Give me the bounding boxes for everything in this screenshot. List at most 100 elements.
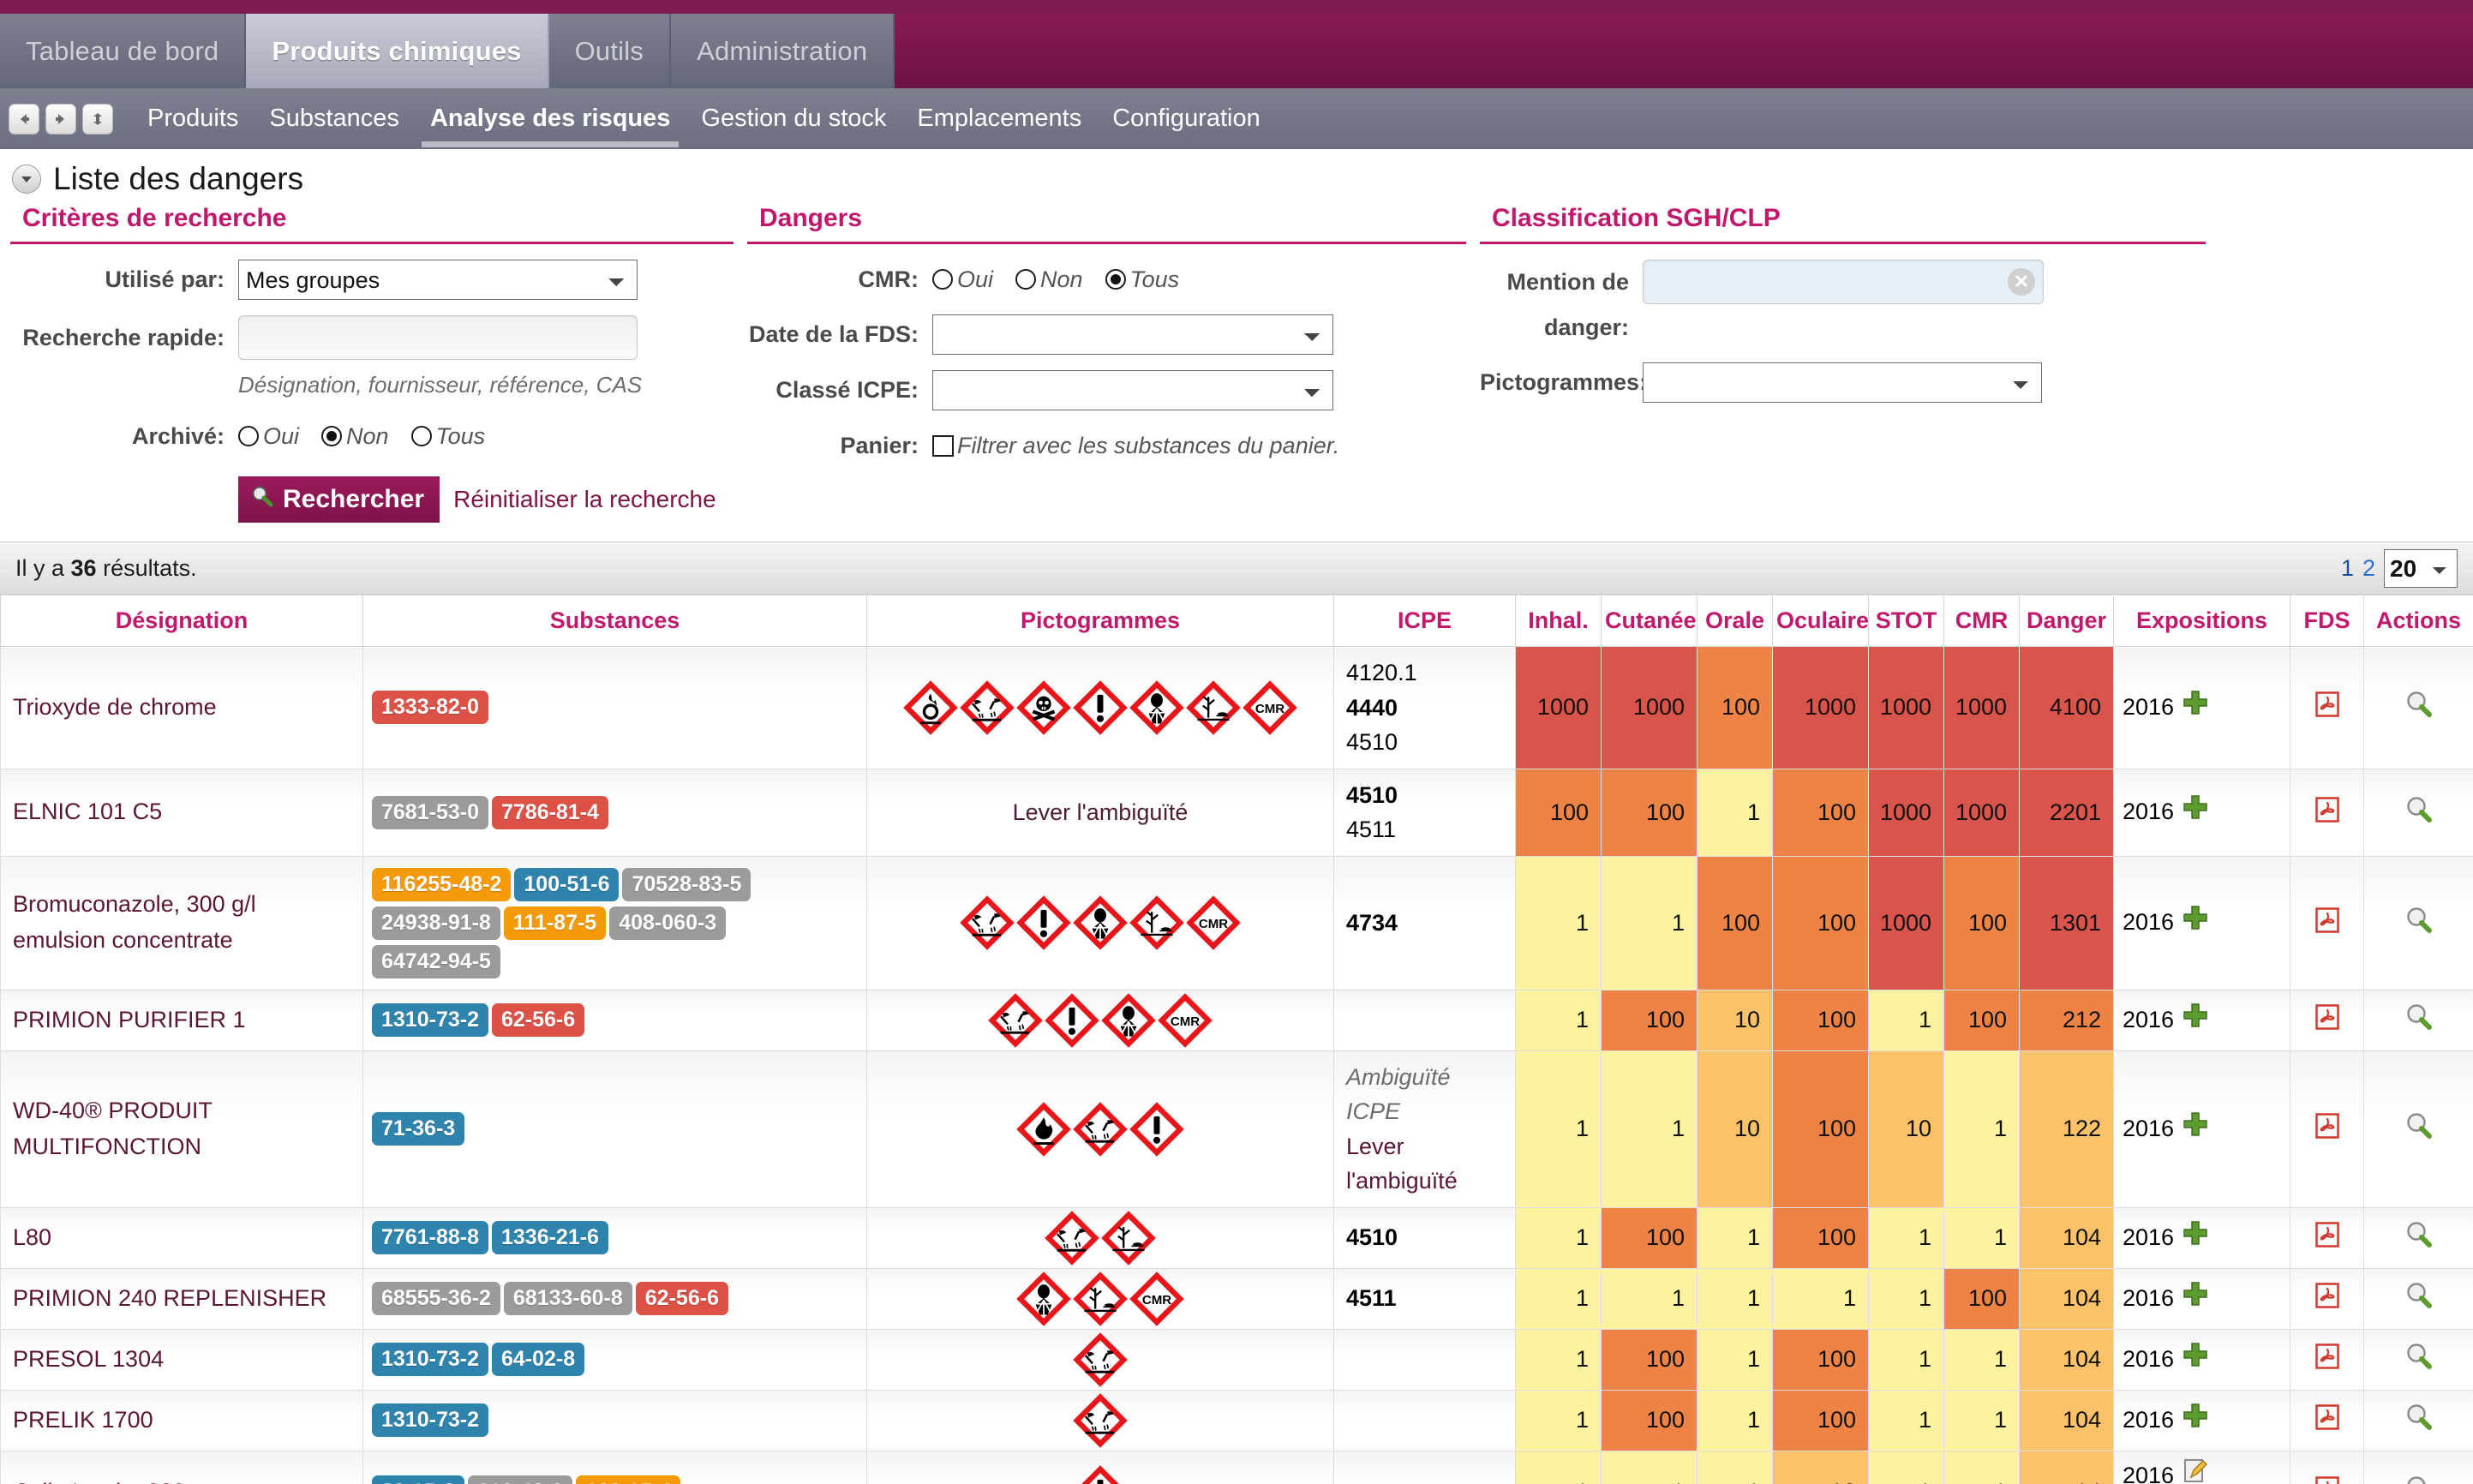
cell-fds[interactable] bbox=[2290, 989, 2364, 1051]
forward-button[interactable] bbox=[45, 103, 76, 135]
cell-actions[interactable] bbox=[2363, 855, 2473, 990]
table-row[interactable]: ELNIC 101 C5 7681-53-0 7786-81-4 Lever l'am… bbox=[0, 768, 2473, 857]
cas-tag[interactable]: 62-56-6 bbox=[491, 1003, 585, 1037]
per-page-select[interactable]: 20 bbox=[2384, 548, 2458, 588]
fds-pdf-icon[interactable] bbox=[2314, 1283, 2339, 1313]
cell-actions[interactable] bbox=[2363, 768, 2473, 857]
ghs-health-hazard-icon[interactable] bbox=[1073, 895, 1128, 950]
table-row[interactable]: Bromuconazole, 300 g/l emulsion concentr… bbox=[0, 855, 2473, 990]
cas-tag[interactable]: 408-060-3 bbox=[609, 906, 727, 940]
col-substances[interactable]: Substances bbox=[362, 595, 867, 647]
subnav-item-configuration[interactable]: Configuration bbox=[1097, 88, 1276, 149]
table-row[interactable]: Trioxyde de chrome 1333-82-0 CMR 4120.1 4440… bbox=[0, 646, 2473, 769]
cell-fds[interactable] bbox=[2290, 855, 2364, 990]
col-cutanee[interactable]: Cutanée bbox=[1601, 595, 1698, 647]
lever-ambiguite-link[interactable]: Lever l'ambiguïté bbox=[1346, 1129, 1503, 1199]
cas-tag[interactable]: 1310-73-2 bbox=[372, 1403, 488, 1437]
back-button[interactable] bbox=[9, 103, 39, 135]
ghs-exclamation-icon[interactable] bbox=[1016, 895, 1071, 950]
table-row[interactable]: PRIMION 240 REPLENISHER 68555-36-2 68133-6… bbox=[0, 1267, 2473, 1330]
cell-actions[interactable] bbox=[2363, 989, 2473, 1051]
add-exposition-icon[interactable] bbox=[2183, 1403, 2208, 1438]
main-menu-item-dashboard[interactable]: Tableau de bord bbox=[0, 14, 247, 88]
ghs-oxidizing-icon[interactable] bbox=[903, 679, 958, 735]
col-icpe[interactable]: ICPE bbox=[1333, 595, 1516, 647]
cmr-radio-non[interactable]: Non bbox=[1015, 266, 1083, 293]
ghs-cmr-icon[interactable]: CMR bbox=[1242, 679, 1297, 735]
subnav-item-gestion-du-stock[interactable]: Gestion du stock bbox=[686, 88, 901, 149]
archived-radio-non[interactable]: Non bbox=[321, 423, 389, 450]
used-by-select[interactable]: Mes groupes bbox=[238, 260, 638, 300]
ghs-corrosive-icon[interactable] bbox=[1073, 1392, 1128, 1448]
add-exposition-icon[interactable] bbox=[2183, 1220, 2208, 1255]
subnav-item-produits[interactable]: Produits bbox=[132, 88, 254, 149]
view-detail-icon[interactable] bbox=[2404, 1222, 2434, 1255]
cas-tag[interactable]: 613-48-9 bbox=[468, 1475, 573, 1484]
cmr-radio-oui[interactable]: Oui bbox=[932, 266, 993, 293]
add-exposition-icon[interactable] bbox=[2183, 1111, 2208, 1146]
fds-pdf-icon[interactable] bbox=[2314, 907, 2339, 938]
table-row[interactable]: PRELIK 1700 1310-73-2 1 100 1 100 1 1 104 2016 bbox=[0, 1389, 2473, 1451]
cell-fds[interactable] bbox=[2290, 1450, 2364, 1484]
cas-tag[interactable]: 116255-48-2 bbox=[372, 867, 512, 901]
view-detail-icon[interactable] bbox=[2404, 1343, 2434, 1377]
cas-tag[interactable]: 68555-36-2 bbox=[372, 1282, 500, 1315]
col-oculaire[interactable]: Oculaire bbox=[1772, 595, 1869, 647]
page-link-2[interactable]: 2 bbox=[2362, 555, 2375, 582]
add-exposition-icon[interactable] bbox=[2183, 1342, 2208, 1377]
main-menu-item-admin[interactable]: Administration bbox=[671, 14, 895, 88]
view-detail-icon[interactable] bbox=[2404, 1404, 2434, 1438]
refresh-button[interactable] bbox=[82, 103, 113, 135]
cas-tag[interactable]: 24938-91-8 bbox=[372, 906, 500, 940]
cell-designation[interactable]: PRIMION 240 REPLENISHER bbox=[0, 1267, 363, 1330]
archived-radio-tous[interactable]: Tous bbox=[410, 423, 485, 450]
col-orale[interactable]: Orale bbox=[1697, 595, 1773, 647]
col-danger[interactable]: Danger bbox=[2019, 595, 2114, 647]
ghs-corrosive-icon[interactable] bbox=[960, 895, 1015, 950]
subnav-item-analyse-des-risques[interactable]: Analyse des risques bbox=[415, 88, 686, 149]
pictogrammes-select[interactable] bbox=[1643, 362, 2042, 403]
subnav-item-substances[interactable]: Substances bbox=[254, 88, 415, 149]
archived-radio-oui[interactable]: Oui bbox=[238, 423, 299, 450]
main-menu-item-chemicals[interactable]: Produits chimiques bbox=[246, 14, 549, 88]
cas-tag[interactable]: 130-15-4 bbox=[576, 1475, 681, 1484]
panier-checkbox[interactable] bbox=[932, 434, 954, 457]
cell-designation[interactable]: Trioxyde de chrome bbox=[0, 646, 363, 769]
ghs-environment-icon[interactable] bbox=[1073, 1271, 1128, 1326]
cell-designation[interactable]: PRESOL 1304 bbox=[0, 1328, 363, 1391]
col-expositions[interactable]: Expositions bbox=[2113, 595, 2290, 647]
cell-fds[interactable] bbox=[2290, 1206, 2364, 1269]
cell-fds[interactable] bbox=[2290, 1328, 2364, 1391]
ghs-cmr-icon[interactable]: CMR bbox=[1186, 895, 1241, 950]
main-menu-item-tools[interactable]: Outils bbox=[548, 14, 672, 88]
cas-tag[interactable]: 64-02-8 bbox=[491, 1343, 585, 1376]
search-button[interactable]: Rechercher bbox=[238, 476, 440, 523]
cell-actions[interactable] bbox=[2363, 1267, 2473, 1330]
add-exposition-icon[interactable] bbox=[2183, 1281, 2208, 1316]
cell-designation[interactable]: ELNIC 101 C5 bbox=[0, 768, 363, 857]
ghs-environment-icon[interactable] bbox=[1186, 679, 1241, 735]
lever-ambiguite-link[interactable]: Lever l'ambiguïté bbox=[1013, 799, 1189, 825]
quick-search-input[interactable] bbox=[238, 315, 638, 360]
ghs-toxic-icon[interactable] bbox=[1016, 679, 1071, 735]
ghs-cmr-icon[interactable]: CMR bbox=[1158, 992, 1213, 1048]
col-inhal[interactable]: Inhal. bbox=[1515, 595, 1602, 647]
ghs-exclamation-icon[interactable] bbox=[1073, 679, 1128, 735]
cas-tag[interactable]: 64742-94-5 bbox=[372, 944, 500, 978]
fds-date-select[interactable] bbox=[932, 314, 1333, 355]
fds-pdf-icon[interactable] bbox=[2314, 1113, 2339, 1144]
cell-fds[interactable] bbox=[2290, 1389, 2364, 1451]
fds-pdf-icon[interactable] bbox=[2314, 691, 2339, 722]
col-pictogrammes[interactable]: Pictogrammes bbox=[866, 595, 1334, 647]
ghs-environment-icon[interactable] bbox=[1101, 1210, 1156, 1266]
ghs-corrosive-icon[interactable] bbox=[960, 679, 1015, 735]
icpe-select[interactable] bbox=[932, 370, 1333, 410]
add-exposition-icon[interactable] bbox=[2183, 1002, 2208, 1038]
cas-tag[interactable]: 1310-73-2 bbox=[372, 1343, 488, 1376]
view-detail-icon[interactable] bbox=[2404, 796, 2434, 830]
table-row[interactable]: PRIMION PURIFIER 1 1310-73-2 62-56-6 CMR 1 10… bbox=[0, 989, 2473, 1051]
ghs-environment-icon[interactable] bbox=[1129, 895, 1184, 950]
clear-icon[interactable]: ✕ bbox=[2008, 268, 2035, 296]
ghs-corrosive-icon[interactable] bbox=[1045, 1210, 1099, 1266]
cas-tag[interactable]: 1336-21-6 bbox=[491, 1221, 608, 1254]
